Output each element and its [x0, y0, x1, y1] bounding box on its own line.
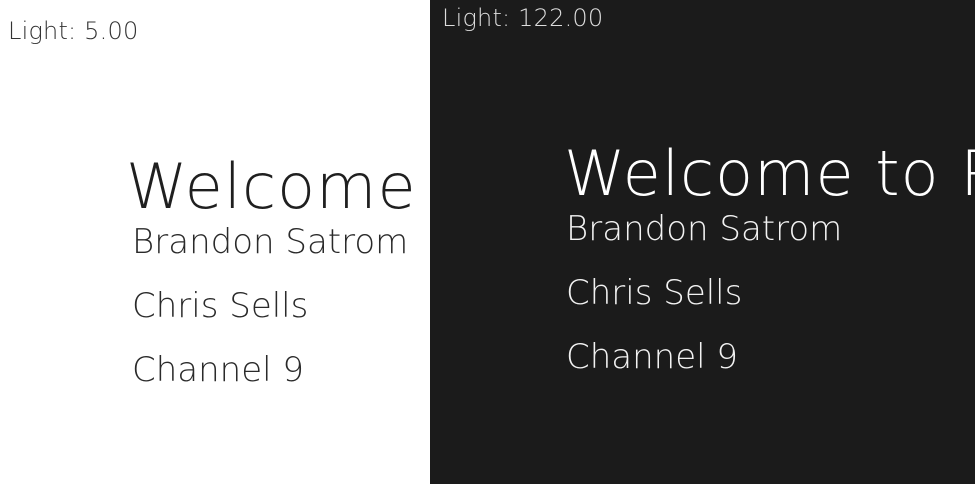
- link-list: Brandon Satrom Chris Sells Channel 9: [132, 218, 408, 410]
- list-item-brandon-satrom[interactable]: Brandon Satrom: [566, 205, 842, 269]
- page-title: Welcome to Rs: [564, 136, 975, 210]
- dark-theme-panel: Light: 122.00 Welcome to Rs Brandon Satr…: [430, 0, 975, 484]
- list-item-channel-9[interactable]: Channel 9: [132, 346, 408, 410]
- light-reading: Light: 122.00: [442, 4, 604, 32]
- link-list: Brandon Satrom Chris Sells Channel 9: [566, 205, 842, 397]
- app-window: Light: 5.00 Welcome to Rs Brandon Satrom…: [0, 0, 975, 484]
- list-item-brandon-satrom[interactable]: Brandon Satrom: [132, 218, 408, 282]
- list-item-channel-9[interactable]: Channel 9: [566, 333, 842, 397]
- light-reading: Light: 5.00: [8, 17, 139, 45]
- list-item-chris-sells[interactable]: Chris Sells: [132, 282, 408, 346]
- list-item-chris-sells[interactable]: Chris Sells: [566, 269, 842, 333]
